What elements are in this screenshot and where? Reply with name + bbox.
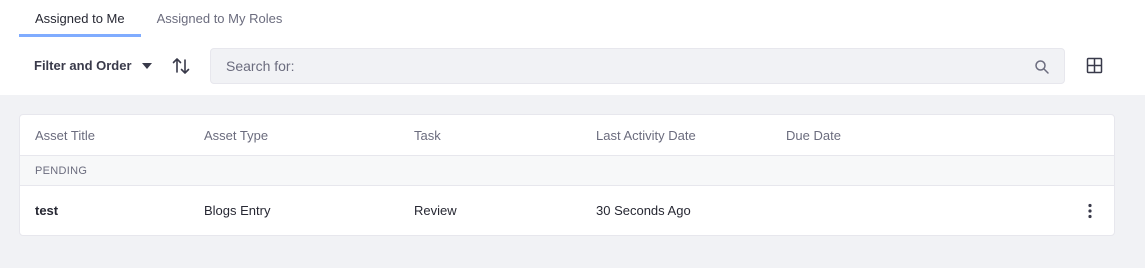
top-panel: Assigned to Me Assigned to My Roles Filt…	[0, 0, 1145, 95]
search-input[interactable]	[211, 49, 1011, 83]
column-header-asset-type: Asset Type	[204, 128, 269, 143]
tab-assigned-to-me[interactable]: Assigned to Me	[19, 0, 141, 37]
column-header-task: Task	[414, 128, 441, 143]
filter-and-order-label: Filter and Order	[34, 58, 132, 73]
workflow-tasks-table: Asset Title Asset Type Task Last Activit…	[19, 114, 1115, 236]
column-header-due-date: Due Date	[786, 128, 841, 143]
asset-title-link[interactable]: test	[35, 186, 58, 236]
ellipsis-vertical-icon[interactable]	[1085, 203, 1095, 219]
filter-and-order-dropdown[interactable]: Filter and Order	[34, 48, 152, 84]
sort-icon[interactable]	[171, 56, 191, 76]
table-row: test Blogs Entry Review 30 Seconds Ago	[20, 186, 1114, 236]
search-icon[interactable]	[1034, 59, 1050, 75]
group-header-pending: PENDING	[20, 156, 1114, 186]
search-bar	[210, 48, 1065, 84]
caret-down-icon	[141, 63, 152, 69]
last-activity-date-cell: 30 Seconds Ago	[596, 203, 691, 218]
task-cell: Review	[414, 203, 457, 218]
management-toolbar: Filter and Order	[0, 48, 1145, 84]
group-label: PENDING	[35, 165, 88, 177]
grid-view-icon[interactable]	[1086, 57, 1103, 74]
asset-type-cell: Blogs Entry	[204, 203, 271, 218]
tab-bar: Assigned to Me Assigned to My Roles	[19, 0, 298, 37]
table-header: Asset Title Asset Type Task Last Activit…	[20, 115, 1114, 156]
column-header-asset-title: Asset Title	[35, 128, 95, 143]
tab-assigned-to-my-roles[interactable]: Assigned to My Roles	[141, 0, 299, 37]
column-header-last-activity-date: Last Activity Date	[596, 128, 696, 143]
